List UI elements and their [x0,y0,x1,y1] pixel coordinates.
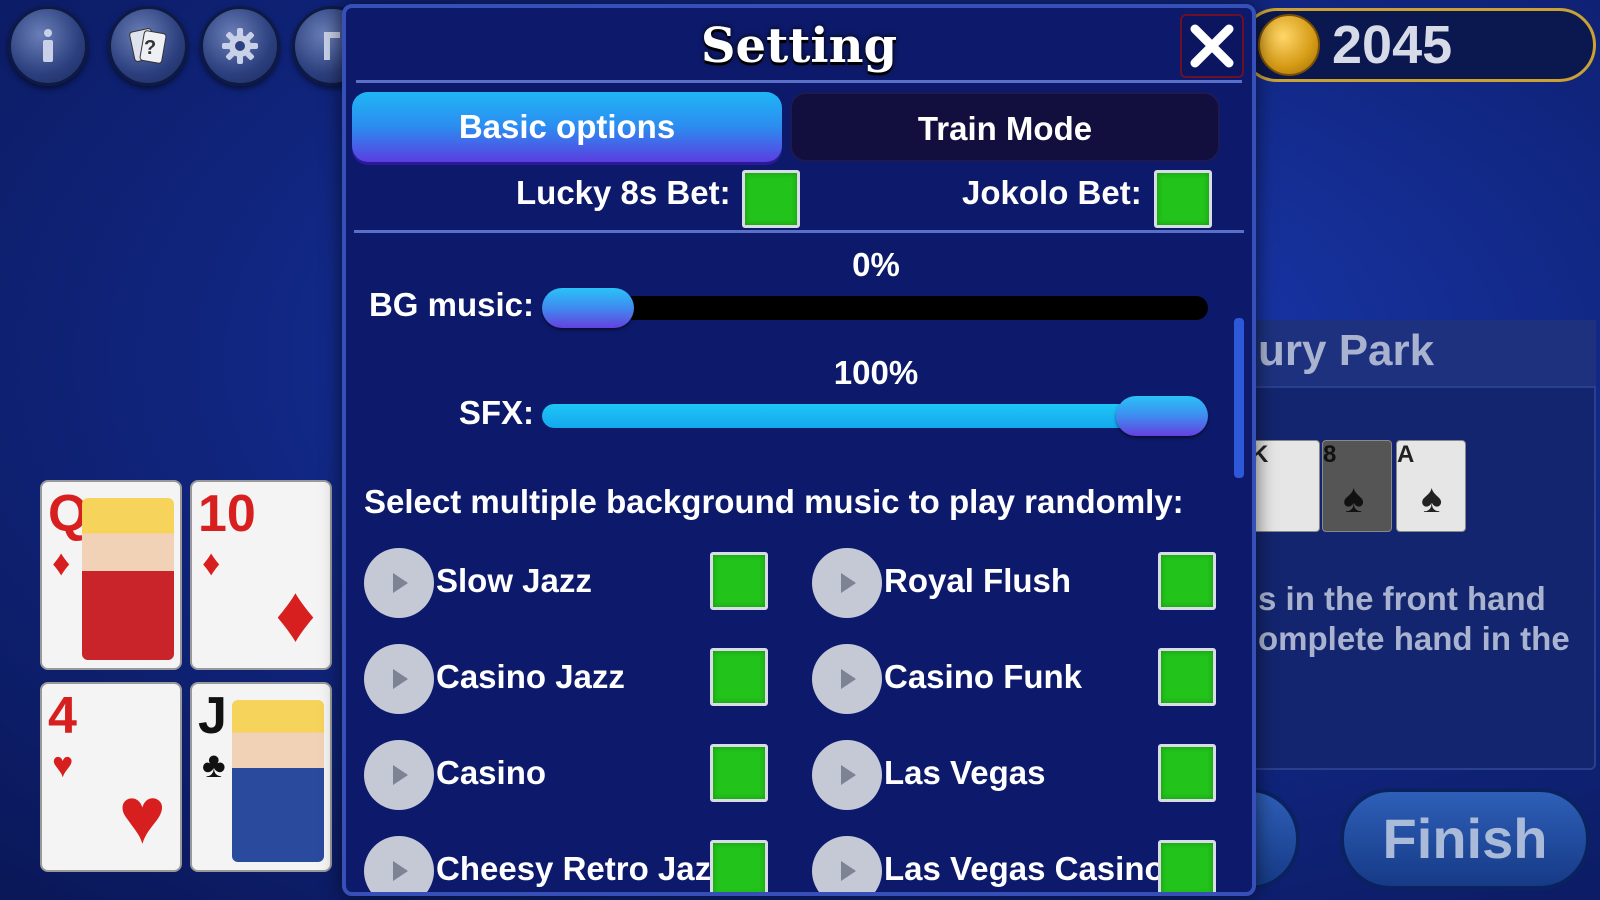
music-track-name: Casino Funk [884,658,1083,695]
play-button[interactable] [364,740,434,810]
playing-card[interactable]: 10 ♦ ♦ [190,480,332,670]
card-big-suit: ♦ [275,569,316,658]
music-track-checkbox[interactable] [1158,744,1216,802]
play-button[interactable] [812,836,882,892]
music-track-name: Las Vegas [884,754,1046,791]
settings-button[interactable] [200,6,280,86]
bg-music-slider[interactable] [542,288,1208,328]
mini-card: 8 ♠ [1322,440,1392,532]
music-track-checkbox[interactable] [710,744,768,802]
play-icon [393,669,408,689]
section-divider [354,230,1244,233]
sfx-slider[interactable] [542,396,1208,436]
music-track-name: Casino [436,754,547,791]
music-track-checkbox[interactable] [710,648,768,706]
sfx-label: SFX: [458,394,534,431]
music-track-row[interactable]: Royal Flush [812,548,1222,618]
settings-scrollbar[interactable] [1234,318,1244,478]
music-track-name: Cheesy Retro Jazz [436,850,728,887]
finish-button[interactable]: Finish [1340,788,1590,890]
card-suit: ♣ [202,744,226,785]
lucky-8s-bet-checkbox[interactable] [742,170,800,228]
card-rank: 4 [48,687,77,745]
svg-text:?: ? [144,37,156,59]
play-button[interactable] [364,836,434,892]
music-track-checkbox[interactable] [710,552,768,610]
play-icon [841,861,856,881]
playing-card[interactable]: 4 ♥ ♥ [40,682,182,872]
tab-basic-options[interactable]: Basic options [352,92,782,162]
card-suit: ♦ [202,542,221,583]
playing-card[interactable]: J ♣ [190,682,332,872]
music-track-row[interactable]: Las Vegas Casino [812,836,1222,892]
music-track-row[interactable]: Cheesy Retro Jazz [364,836,774,892]
play-icon [841,669,856,689]
coin-icon [1258,14,1320,76]
music-track-checkbox[interactable] [710,840,768,892]
close-button[interactable] [1180,14,1244,78]
settings-dialog: Setting Basic options Train Mode Lucky 8… [342,4,1256,896]
jack-face-art [232,700,324,862]
rules-panel-title: ury Park [1250,320,1596,388]
music-track-checkbox[interactable] [1158,648,1216,706]
rules-text-line: s in the front hand [1258,580,1546,617]
sfx-slider-fill [542,404,1162,428]
cards-question-icon: ? [129,28,167,64]
music-track-name: Slow Jazz [436,562,592,599]
play-button[interactable] [364,644,434,714]
bg-music-slider-handle[interactable] [542,288,634,328]
mini-card: K [1250,440,1320,532]
music-track-row[interactable]: Casino Jazz [364,644,774,714]
jokolo-bet-checkbox[interactable] [1154,170,1212,228]
lucky-8s-bet-label: Lucky 8s Bet: [516,174,731,211]
play-button[interactable] [812,644,882,714]
card-big-suit: ♥ [118,771,167,860]
music-track-row[interactable]: Casino [364,740,774,810]
sfx-percent: 100% [833,354,919,391]
music-track-row[interactable]: Slow Jazz [364,548,774,618]
music-track-row[interactable]: Las Vegas [812,740,1222,810]
help-cards-button[interactable]: ? [108,6,188,86]
play-icon [841,765,856,785]
play-icon [393,573,408,593]
info-button[interactable] [8,6,88,86]
music-track-checkbox[interactable] [1158,552,1216,610]
card-suit: ♦ [52,542,71,583]
close-icon [1190,24,1234,68]
playing-card[interactable]: Q ♦ [40,480,182,670]
queen-face-art [82,498,174,660]
music-track-name: Las Vegas Casino [884,850,1165,887]
card-rank: J [198,687,227,745]
music-track-name: Casino Jazz [436,658,625,695]
music-track-name: Royal Flush [884,562,1072,599]
music-track-row[interactable]: Casino Funk [812,644,1222,714]
title-divider [356,80,1242,83]
play-button[interactable] [812,740,882,810]
music-track-checkbox[interactable] [1158,840,1216,892]
info-icon [43,29,53,62]
dialog-title: Setting [700,18,898,74]
gear-icon [222,28,258,64]
play-icon [841,573,856,593]
card-rank: 10 [198,485,256,543]
play-button[interactable] [364,548,434,618]
jokolo-bet-label: Jokolo Bet: [962,174,1142,211]
sfx-slider-handle[interactable] [1116,396,1208,436]
rules-text-line: omplete hand in the [1258,620,1570,657]
play-icon [393,861,408,881]
play-icon [393,765,408,785]
coin-balance: 2045 [1332,15,1453,75]
mini-card: A ♠ [1396,440,1466,532]
bg-music-percent: 0% [852,246,900,283]
tab-train-mode[interactable]: Train Mode [790,92,1220,162]
music-selection-title: Select multiple background music to play… [364,483,1184,520]
bg-music-label: BG music: [368,286,534,323]
play-button[interactable] [812,548,882,618]
card-suit: ♥ [52,744,74,785]
